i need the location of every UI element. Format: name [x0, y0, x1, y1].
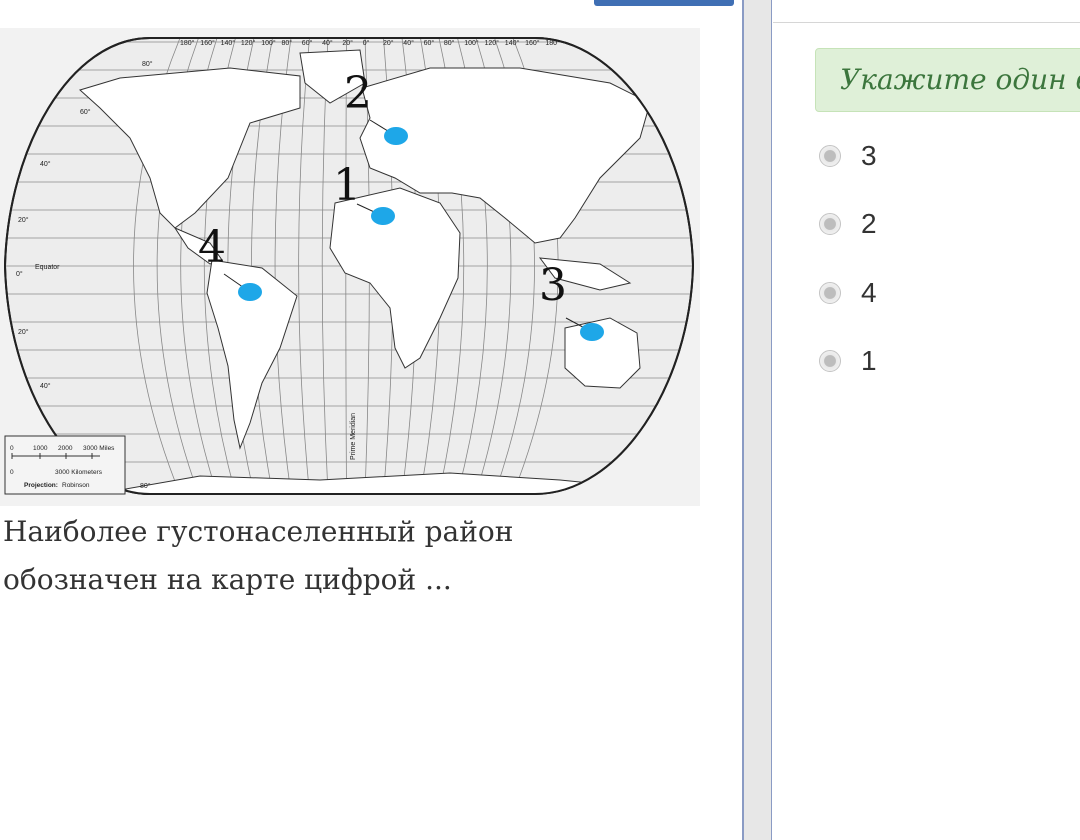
lat-label: 40°: [40, 382, 51, 390]
scale-legend: 0 1000 2000 3000 Miles 0 3000 Kilometers…: [4, 435, 126, 495]
equator-label: Equator: [35, 264, 60, 271]
svg-text:0: 0: [10, 469, 14, 476]
lon-label: 60°: [302, 39, 313, 47]
answer-option[interactable]: 1: [819, 341, 877, 381]
lon-label: 20°: [383, 39, 394, 47]
svg-text:Projection:: Projection:: [24, 482, 58, 489]
svg-text:3000 Kilometers: 3000 Kilometers: [55, 469, 103, 476]
lon-label: 60°: [424, 39, 435, 47]
marker-dot: [580, 323, 604, 341]
top-action-button[interactable]: [594, 0, 734, 6]
marker-number: 4: [198, 222, 226, 273]
lat-label: 20°: [18, 216, 29, 224]
svg-text:2000: 2000: [58, 445, 73, 452]
marker-number: 1: [333, 160, 361, 211]
lon-label: 40°: [322, 39, 333, 47]
lon-label: 180°: [180, 39, 195, 47]
svg-text:Robinson: Robinson: [62, 482, 90, 489]
svg-text:1000: 1000: [33, 445, 48, 452]
answer-option[interactable]: 2: [819, 204, 877, 244]
marker-number: 3: [539, 260, 567, 311]
lon-label: 140°: [221, 39, 236, 47]
prime-meridian-label: Prime Meridian: [350, 413, 357, 460]
radio-button[interactable]: [819, 213, 841, 235]
divider-line: [773, 22, 1080, 23]
lat-label: 80°: [140, 482, 151, 490]
panel-divider[interactable]: [742, 0, 772, 840]
answer-option[interactable]: 4: [819, 273, 877, 313]
lon-label: 80°: [282, 39, 293, 47]
option-label: 4: [861, 277, 877, 308]
lat-label: 40°: [40, 160, 51, 168]
lon-label: 40°: [403, 39, 414, 47]
lon-label: 80°: [444, 39, 455, 47]
marker-dot: [238, 283, 262, 301]
lat-label: 60°: [80, 108, 91, 116]
lon-label: 160°: [525, 39, 540, 47]
lon-label: 160°: [200, 39, 215, 47]
answer-option[interactable]: 3: [819, 136, 877, 176]
lon-label: 120°: [485, 39, 500, 47]
lon-label: 100°: [261, 39, 276, 47]
lon-label: 180°: [545, 39, 560, 47]
marker-dot: [371, 207, 395, 225]
option-label: 3: [861, 140, 877, 171]
lat-label: 20°: [18, 328, 29, 336]
question-panel: 180° 160° 140° 120° 100° 80° 60° 40° 20° 0° 20° 40°…: [0, 0, 742, 840]
world-map-svg: 180° 160° 140° 120° 100° 80° 60° 40° 20° 0° 20° 40°…: [3, 37, 695, 495]
question-text: Наиболее густонаселенный район обозначен…: [3, 515, 514, 596]
instruction-banner: Укажите один вариант ответа: [815, 48, 1080, 112]
option-label: 1: [861, 345, 877, 376]
option-label: 2: [861, 208, 877, 239]
lon-label: 0°: [363, 39, 370, 47]
lon-label: 140°: [505, 39, 520, 47]
answer-panel: Укажите один вариант ответа 3 2 4 1: [773, 0, 1080, 840]
marker-number: 2: [344, 68, 372, 119]
radio-button[interactable]: [819, 145, 841, 167]
lat-label: 0°: [16, 270, 23, 278]
svg-text:0: 0: [10, 445, 14, 452]
radio-button[interactable]: [819, 282, 841, 304]
marker-dot: [384, 127, 408, 145]
lon-label: 120°: [241, 39, 256, 47]
lat-label: 80°: [142, 60, 153, 68]
svg-text:3000 Miles: 3000 Miles: [83, 445, 115, 452]
radio-button[interactable]: [819, 350, 841, 372]
world-map: 180° 160° 140° 120° 100° 80° 60° 40° 20° 0° 20° 40°…: [0, 28, 700, 506]
lon-label: 20°: [342, 39, 353, 47]
lon-label: 100°: [464, 39, 479, 47]
